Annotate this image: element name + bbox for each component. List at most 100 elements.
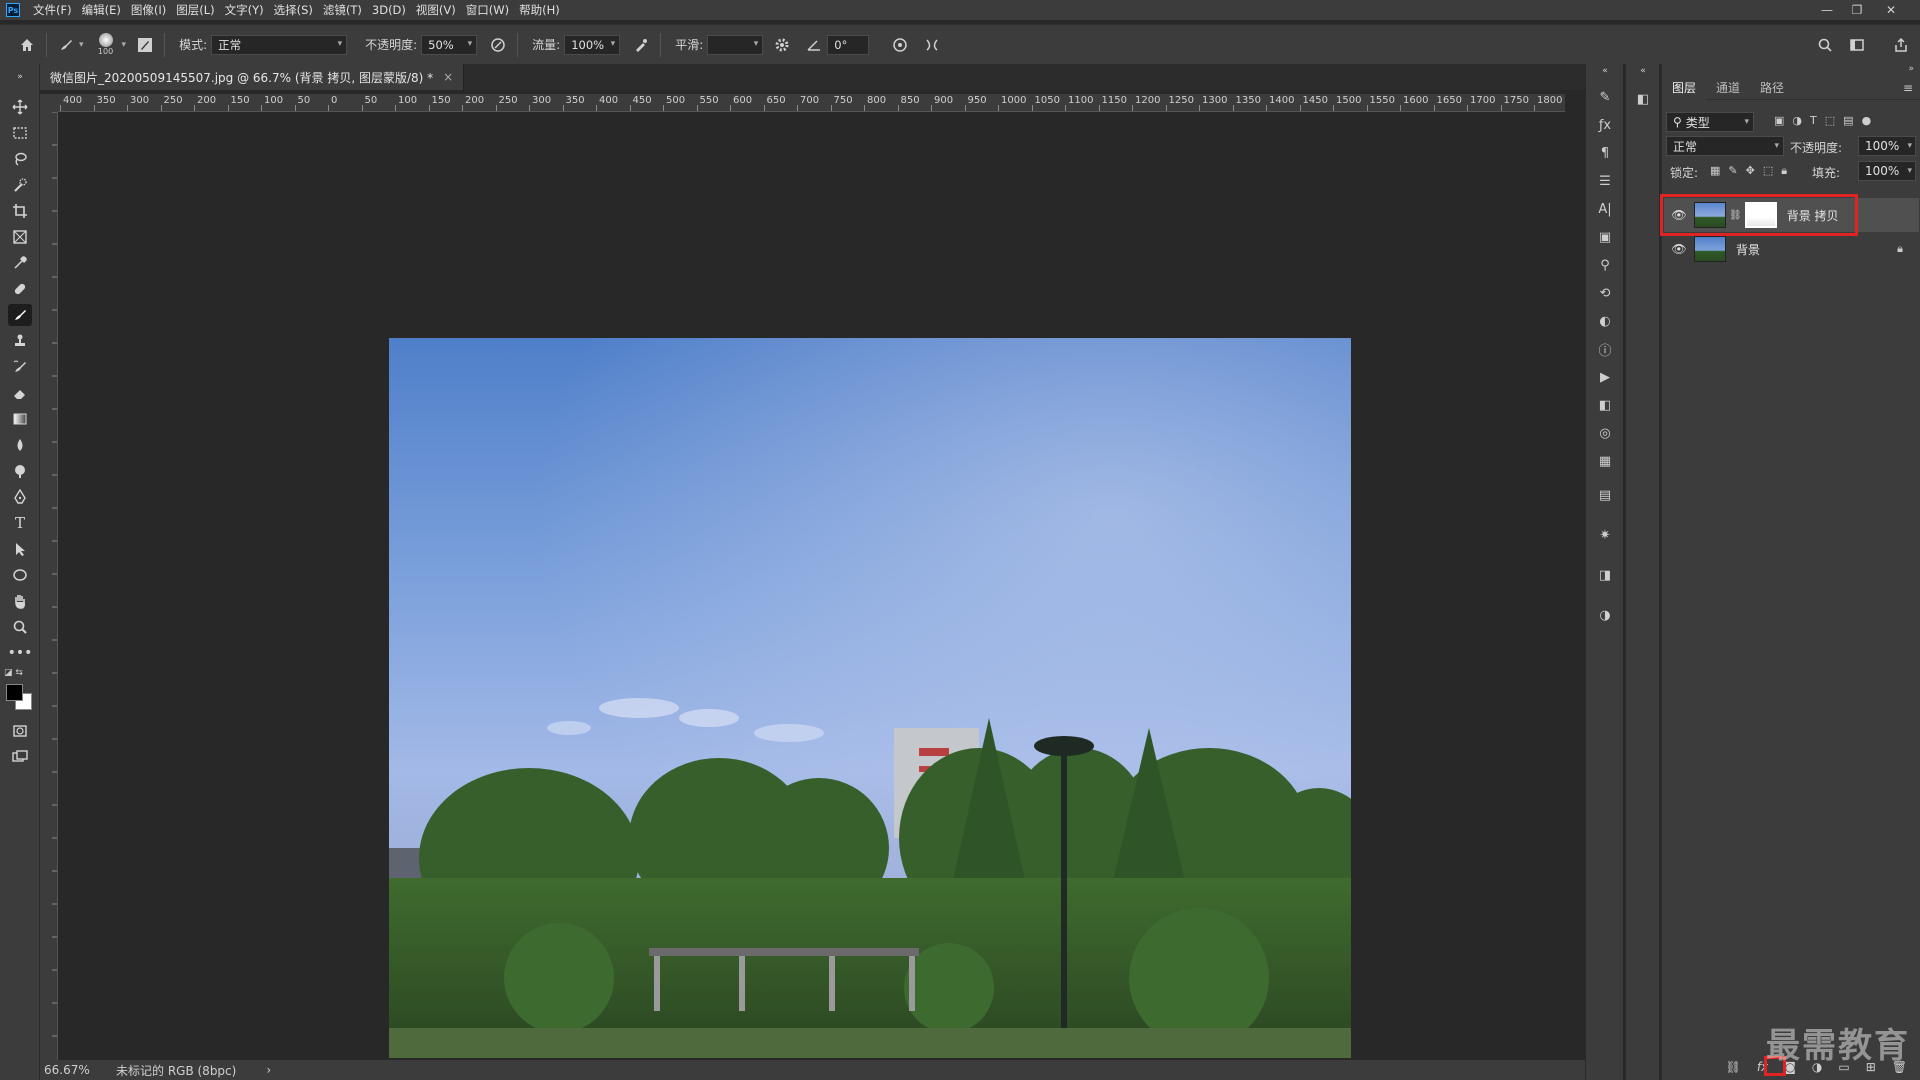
opacity-input[interactable]: 50% ▾ (421, 34, 478, 55)
crop-tool-icon[interactable] (8, 200, 32, 222)
menu-layer[interactable]: 图层(L) (171, 0, 219, 20)
more-tools-icon[interactable]: ••• (8, 642, 33, 664)
type-tool-icon[interactable]: T (8, 512, 32, 534)
lock-icon[interactable]: 🔒︎ (1897, 242, 1903, 256)
lock-artboard-icon[interactable]: ⬚ (1763, 164, 1773, 178)
collapse-panel-icon[interactable]: « (1632, 64, 1654, 78)
brush-panel-toggle-icon[interactable] (132, 32, 158, 58)
canvas-area[interactable] (58, 112, 1565, 1060)
menu-3d[interactable]: 3D(D) (367, 0, 411, 20)
filter-adjustment-icon[interactable]: ◑ (1792, 114, 1802, 127)
home-icon[interactable] (14, 32, 40, 58)
quick-select-tool-icon[interactable] (8, 174, 32, 196)
blur-tool-icon[interactable] (8, 434, 32, 456)
horizontal-ruler[interactable]: 400 350 300 250 200 150 100 50 0 50 100 150 200 250 30… (58, 94, 1565, 112)
panel-menu-icon[interactable]: ≡ (1903, 81, 1913, 95)
lock-position-icon[interactable]: ✥ (1746, 164, 1755, 178)
filter-toggle-icon[interactable]: ● (1862, 114, 1872, 127)
layer-thumbnail[interactable] (1694, 236, 1726, 262)
layer-name[interactable]: 背景 (1736, 241, 1760, 258)
filter-shape-icon[interactable]: ⬚ (1825, 114, 1835, 127)
notes-icon[interactable]: ▤ (1594, 484, 1616, 506)
gradient-panel-icon[interactable]: ◑ (1594, 604, 1616, 626)
document-image[interactable] (389, 338, 1351, 1058)
actions-play-icon[interactable]: ▶ (1594, 366, 1616, 388)
layer-row-background[interactable]: 👁︎ 背景 🔒︎ (1664, 232, 1919, 266)
adjustments-icon[interactable]: ✷ (1594, 524, 1616, 546)
character-icon[interactable]: A| (1594, 198, 1616, 220)
styles-fx-icon[interactable]: ƒx (1594, 114, 1616, 136)
pressure-size-icon[interactable] (887, 32, 913, 58)
clone-stamp-tool-icon[interactable] (8, 330, 32, 352)
menu-image[interactable]: 图像(I) (126, 0, 171, 20)
gear-icon[interactable] (769, 32, 795, 58)
swatches-icon[interactable]: ◧ (1594, 394, 1616, 416)
hand-tool-icon[interactable] (8, 590, 32, 612)
brush-size-picker[interactable]: 100 (92, 30, 120, 60)
filter-type-icon[interactable]: T (1810, 114, 1817, 127)
minimize-icon[interactable]: — (1812, 0, 1842, 20)
filter-smart-object-icon[interactable]: ▤ (1843, 114, 1853, 127)
fill-input[interactable]: 100% ▾ (1858, 161, 1916, 181)
glyphs-icon[interactable]: ▣ (1594, 226, 1616, 248)
paragraph-icon[interactable]: ¶ (1594, 142, 1616, 164)
lock-transparent-icon[interactable]: ▦ (1710, 164, 1720, 178)
menu-select[interactable]: 选择(S) (269, 0, 318, 20)
dodge-tool-icon[interactable] (8, 460, 32, 482)
status-menu-arrow[interactable]: › (266, 1063, 271, 1077)
lasso-tool-icon[interactable] (8, 148, 32, 170)
menu-filter[interactable]: 滤镜(T) (318, 0, 367, 20)
flow-input[interactable]: 100% ▾ (564, 34, 621, 55)
brush-settings-icon[interactable]: ✎ (1594, 86, 1616, 108)
ellipse-tool-icon[interactable] (8, 564, 32, 586)
clone-source-icon[interactable]: ⚲ (1594, 254, 1616, 276)
history-icon[interactable]: ⟲ (1594, 282, 1616, 304)
lock-pixels-icon[interactable]: ✎ (1728, 164, 1737, 178)
color-icon[interactable]: ◐ (1594, 310, 1616, 332)
frame-tool-icon[interactable] (8, 226, 32, 248)
ruler-origin[interactable] (40, 94, 58, 112)
eyedropper-tool-icon[interactable] (8, 252, 32, 274)
chevron-down-icon[interactable]: ▾ (79, 40, 84, 50)
menu-file[interactable]: 文件(F) (28, 0, 77, 20)
libraries-icon[interactable]: ◨ (1594, 564, 1616, 586)
airbrush-icon[interactable] (628, 32, 654, 58)
pen-tool-icon[interactable] (8, 486, 32, 508)
expand-panel-icon[interactable]: » (1908, 64, 1914, 74)
workspace-icon[interactable] (1844, 32, 1870, 58)
table-icon[interactable]: ▦ (1594, 450, 1616, 472)
symmetry-icon[interactable] (919, 32, 945, 58)
restore-icon[interactable]: ❐ (1842, 0, 1872, 20)
3d-icon[interactable]: ◎ (1594, 422, 1616, 444)
marquee-tool-icon[interactable] (8, 122, 32, 144)
move-tool-icon[interactable] (8, 96, 32, 118)
layer-filter-select[interactable]: ⚲ 类型 ▾ (1666, 112, 1754, 132)
mode-select[interactable]: 正常 ▾ (211, 34, 348, 55)
gradient-tool-icon[interactable] (8, 408, 32, 430)
filter-pixel-icon[interactable]: ▣ (1774, 114, 1784, 127)
menu-edit[interactable]: 编辑(E) (77, 0, 126, 20)
vertical-ruler[interactable] (40, 112, 58, 1060)
foreground-color-swatch[interactable] (6, 684, 23, 701)
brush-preset-icon[interactable] (53, 32, 79, 58)
info-icon[interactable]: ⓘ (1594, 338, 1616, 360)
lock-all-icon[interactable]: 🔒︎ (1781, 164, 1787, 178)
screen-mode-icon[interactable] (8, 746, 32, 768)
angle-input[interactable]: 0° (827, 34, 870, 55)
navigator-panel-icon[interactable]: ◧ (1632, 88, 1654, 110)
close-icon[interactable]: ✕ (1876, 0, 1906, 20)
menu-help[interactable]: 帮助(H) (514, 0, 565, 20)
path-selection-tool-icon[interactable] (8, 538, 32, 560)
brush-tool-icon[interactable] (8, 304, 32, 326)
tab-channels[interactable]: 通道 (1706, 76, 1750, 100)
healing-brush-tool-icon[interactable] (8, 278, 32, 300)
properties-icon[interactable]: ☰ (1594, 170, 1616, 192)
link-icon[interactable]: ⛓ (1726, 1060, 1741, 1074)
tab-layers[interactable]: 图层 (1662, 75, 1707, 100)
collapse-panel-icon[interactable]: « (1594, 64, 1616, 78)
smoothing-input[interactable]: ▾ (707, 34, 764, 55)
blend-mode-select[interactable]: 正常 ▾ (1666, 136, 1784, 156)
quick-mask-icon[interactable] (8, 720, 32, 742)
menu-type[interactable]: 文字(Y) (220, 0, 269, 20)
zoom-level[interactable]: 66.67% (44, 1063, 104, 1077)
